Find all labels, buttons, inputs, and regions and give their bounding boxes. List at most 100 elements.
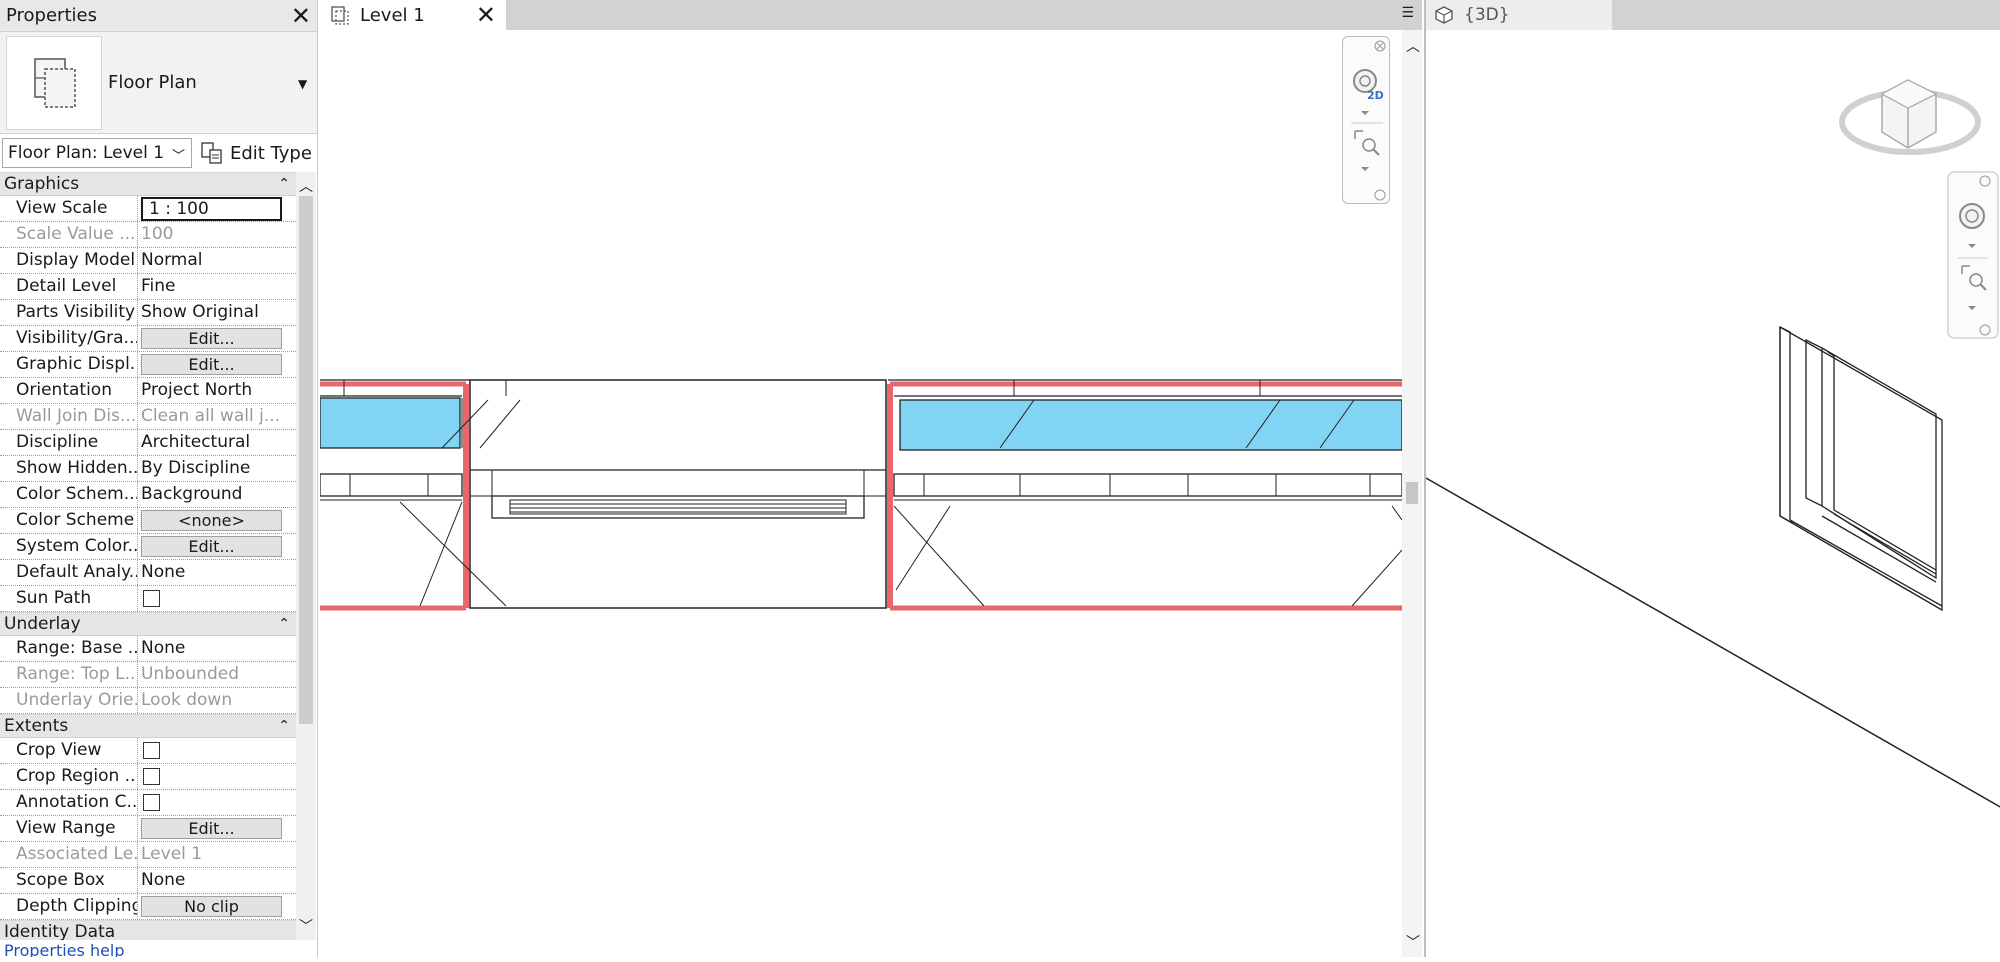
nav-2d-badge: 2D xyxy=(1367,89,1384,102)
view-3d: {3D} xyxy=(1424,0,2000,957)
viewcube[interactable] xyxy=(1839,79,1981,155)
properties-palette: Properties ✕ Floor Plan ▼ Floor Plan: Le… xyxy=(0,0,318,957)
properties-scrollbar[interactable]: ︿ ﹀ xyxy=(296,172,316,940)
prop-visibility-graphics: Visibility/Gra... Edit... xyxy=(0,326,296,352)
dropdown-arrow-icon[interactable]: ▼ xyxy=(298,77,307,91)
prop-value: Unbounded xyxy=(141,664,239,684)
prop-name: Scope Box xyxy=(0,868,138,893)
window-3d[interactable] xyxy=(1779,325,1943,612)
prop-detail-level: Detail Level Fine xyxy=(0,274,296,300)
scope-box-value[interactable]: None xyxy=(138,868,296,893)
properties-title-bar: Properties ✕ xyxy=(0,0,317,32)
prop-name: Wall Join Dis... xyxy=(0,404,138,429)
edit-type-label: Edit Type xyxy=(230,142,312,164)
group-graphics[interactable]: Graphics ⌃ xyxy=(0,172,296,196)
prop-name: Discipline xyxy=(0,430,138,455)
scroll-down-icon[interactable]: ﹀ xyxy=(1406,932,1420,952)
navigation-bar-3d xyxy=(1947,171,1999,339)
prop-value: Look down xyxy=(141,690,233,710)
discipline-value[interactable]: Architectural xyxy=(138,430,296,455)
collapse-icon[interactable]: ⌃ xyxy=(278,718,290,734)
color-scheme-location-value[interactable]: Background xyxy=(138,482,296,507)
sun-path-checkbox[interactable] xyxy=(143,590,160,607)
prop-display-model: Display Model Normal xyxy=(0,248,296,274)
floor-plan-icon xyxy=(6,36,102,130)
depth-clipping-button[interactable]: No clip xyxy=(141,896,282,917)
level1-scrollbar[interactable]: ︿ ﹀ xyxy=(1402,30,1422,957)
tab-level-1[interactable]: Level 1 ✕ xyxy=(320,0,506,30)
wall-left[interactable] xyxy=(319,322,521,611)
crop-view-checkbox[interactable] xyxy=(143,742,160,759)
graphic-display-edit-button[interactable]: Edit... xyxy=(141,354,282,375)
prop-system-color: System Color... Edit... xyxy=(0,534,296,560)
scrollbar-thumb[interactable] xyxy=(299,196,313,724)
property-grid: Graphics ⌃ View Scale 1 : 100 Scale Valu… xyxy=(0,172,296,940)
scrollbar-thumb[interactable] xyxy=(1406,482,1418,504)
close-navbar-icon[interactable] xyxy=(1374,40,1386,52)
prop-show-hidden: Show Hidden... By Discipline xyxy=(0,456,296,482)
view-range-edit-button[interactable]: Edit... xyxy=(141,818,282,839)
annotation-crop-checkbox[interactable] xyxy=(143,794,160,811)
tab-3d[interactable]: {3D} xyxy=(1426,0,1612,30)
color-scheme-button[interactable]: <none> xyxy=(141,510,282,531)
prop-wall-join: Wall Join Dis... Clean all wall j... xyxy=(0,404,296,430)
properties-title: Properties xyxy=(6,5,97,26)
tab-label: {3D} xyxy=(1464,5,1510,25)
group-underlay[interactable]: Underlay ⌃ xyxy=(0,612,296,636)
prop-scale-value: Scale Value ... 100 xyxy=(0,222,296,248)
show-hidden-value[interactable]: By Discipline xyxy=(138,456,296,481)
scroll-up-icon[interactable]: ︿ xyxy=(1406,36,1420,56)
tab-menu-icon[interactable]: ☰ xyxy=(1401,5,1414,21)
collapse-icon[interactable]: ⌃ xyxy=(278,176,290,192)
range-base-value[interactable]: None xyxy=(138,636,296,661)
view-scale-input[interactable]: 1 : 100 xyxy=(141,197,282,221)
properties-help-link[interactable]: Properties help xyxy=(4,941,125,957)
collapse-icon[interactable]: ⌃ xyxy=(278,616,290,632)
tab-label: Level 1 xyxy=(360,4,425,26)
prop-crop-view: Crop View xyxy=(0,738,296,764)
floor-plan-canvas[interactable]: 2D xyxy=(319,30,1403,957)
scroll-down-icon[interactable]: ﹀ xyxy=(299,916,313,936)
crop-region-checkbox[interactable] xyxy=(143,768,160,785)
parts-visibility-value[interactable]: Show Original xyxy=(138,300,296,325)
orientation-value[interactable]: Project North xyxy=(138,378,296,403)
prop-color-scheme-location: Color Schem... Background xyxy=(0,482,296,508)
prop-name: View Range xyxy=(0,816,138,841)
prop-name: Range: Base ... xyxy=(0,636,138,661)
navigation-bar: 2D xyxy=(1342,36,1390,204)
edit-type-button[interactable]: Edit Type xyxy=(200,138,312,168)
type-selector[interactable]: Floor Plan ▼ xyxy=(0,32,317,134)
instance-selector[interactable]: Floor Plan: Level 1 ﹀ xyxy=(2,138,192,168)
3d-canvas[interactable] xyxy=(1425,30,2000,957)
default-analysis-value[interactable]: None xyxy=(138,560,296,585)
system-color-edit-button[interactable]: Edit... xyxy=(141,536,282,557)
wall-right[interactable] xyxy=(887,379,1403,611)
prop-orientation: Orientation Project North xyxy=(0,378,296,404)
close-tab-icon[interactable]: ✕ xyxy=(476,1,496,29)
scroll-up-icon[interactable]: ︿ xyxy=(299,176,313,196)
prop-name: Show Hidden... xyxy=(0,456,138,481)
prop-underlay-orientation: Underlay Orie... Look down xyxy=(0,688,296,714)
prop-crop-region: Crop Region ... xyxy=(0,764,296,790)
close-icon[interactable]: ✕ xyxy=(291,4,311,28)
chevron-down-icon[interactable] xyxy=(1361,111,1369,115)
steering-wheel-icon[interactable] xyxy=(1959,203,1985,229)
detail-level-value[interactable]: Fine xyxy=(138,274,296,299)
group-identity-data[interactable]: Identity Data xyxy=(0,920,296,940)
floor-plan-tab-icon xyxy=(331,6,349,25)
prop-name: Orientation xyxy=(0,378,138,403)
navbar-options-icon[interactable] xyxy=(1374,189,1386,201)
prop-discipline: Discipline Architectural xyxy=(0,430,296,456)
group-extents[interactable]: Extents ⌃ xyxy=(0,714,296,738)
view-tab-bar: Level 1 ✕ ☰ xyxy=(320,0,1422,30)
chevron-down-icon[interactable] xyxy=(1361,167,1369,171)
window-opening[interactable] xyxy=(469,379,887,609)
prop-name: Crop View xyxy=(0,738,138,763)
type-name: Floor Plan xyxy=(108,72,197,93)
display-model-value[interactable]: Normal xyxy=(138,248,296,273)
prop-name: Parts Visibility xyxy=(0,300,138,325)
prop-graphic-display: Graphic Displ... Edit... xyxy=(0,352,296,378)
steering-wheel-2d-icon[interactable]: 2D xyxy=(1353,69,1384,102)
visibility-graphics-edit-button[interactable]: Edit... xyxy=(141,328,282,349)
zoom-region-icon[interactable] xyxy=(1354,130,1380,156)
